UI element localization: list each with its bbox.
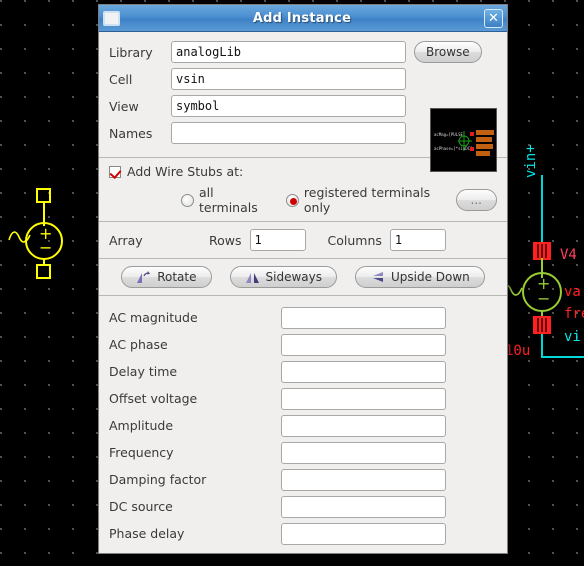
dialog-titlebar[interactable]: Add Instance ✕	[99, 5, 507, 32]
terminal-square-top	[36, 188, 51, 203]
param-row: AC phase	[109, 331, 497, 358]
param-row: DC source	[109, 493, 497, 520]
param-row: AC magnitude	[109, 304, 497, 331]
param-row: Damping factor	[109, 466, 497, 493]
amplitude-input[interactable]	[281, 414, 446, 437]
frequency-label: Frequency	[109, 445, 174, 460]
view-input[interactable]: symbol	[171, 95, 406, 117]
param-row: Frequency	[109, 439, 497, 466]
dialog-body: Library analogLib Browse Cell vsin View …	[99, 32, 507, 553]
damping-factor-input[interactable]	[281, 468, 446, 491]
names-label: Names	[109, 125, 153, 141]
symbol-preview-thumbnail: acMag=[PULSE] acPhase=[*sinDC]	[430, 108, 497, 172]
param-row: Phase delay	[109, 520, 497, 547]
add-wire-stubs-checkbox[interactable]	[109, 165, 121, 178]
browse-button[interactable]: Browse	[414, 41, 482, 63]
delay-time-input[interactable]	[281, 360, 446, 383]
cell-row: Cell vsin	[109, 68, 497, 90]
svg-text:acMag=[PULSE]: acMag=[PULSE]	[434, 132, 465, 137]
radio-all-terminals-label: all terminals	[199, 185, 258, 215]
label-vi: vi	[564, 329, 581, 345]
wire-vertical-bottom	[541, 334, 543, 358]
delay-time-label: Delay time	[109, 364, 178, 379]
phase-delay-label: Phase delay	[109, 526, 185, 541]
names-input[interactable]	[171, 122, 406, 144]
add-wire-stubs-label: Add Wire Stubs at:	[127, 164, 244, 179]
wire-horizontal-bottom	[541, 356, 584, 358]
sideways-icon	[245, 272, 259, 283]
array-label: Array	[109, 232, 143, 248]
phase-delay-input[interactable]	[281, 522, 446, 545]
frequency-input[interactable]	[281, 441, 446, 464]
columns-label: Columns	[327, 232, 382, 248]
damping-factor-label: Damping factor	[109, 472, 207, 487]
dialog-footer: Hide Cancel Defaults Help	[99, 547, 507, 553]
rows-label: Rows	[209, 232, 242, 248]
ac-phase-label: AC phase	[109, 337, 168, 352]
library-input[interactable]: analogLib	[171, 41, 406, 63]
close-icon[interactable]: ✕	[484, 8, 503, 28]
view-label: View	[109, 98, 139, 114]
rotate-button[interactable]: Rotate	[121, 266, 212, 288]
rotate-icon	[137, 270, 151, 283]
upside-down-label: Upside Down	[390, 270, 470, 284]
param-row: Amplitude	[109, 412, 497, 439]
library-row: Library analogLib Browse	[109, 41, 497, 63]
param-row: Offset voltage	[109, 385, 497, 412]
label-vin-plus: vin+	[523, 144, 539, 178]
minus-sign-right: −	[537, 289, 551, 308]
minus-sign: −	[39, 238, 53, 257]
ac-magnitude-input[interactable]	[281, 306, 446, 329]
offset-voltage-label: Offset voltage	[109, 391, 198, 406]
label-v4: V4	[560, 247, 577, 263]
transform-section: Rotate Sideways Upside Down	[99, 259, 507, 295]
dc-source-label: DC source	[109, 499, 173, 514]
add-instance-dialog: Add Instance ✕ Library analogLib Browse …	[98, 4, 508, 554]
sideways-button[interactable]: Sideways	[229, 266, 337, 288]
sine-wave-icon	[8, 231, 31, 243]
dc-source-input[interactable]	[281, 495, 446, 518]
label-10u: 10u	[505, 343, 531, 359]
cell-label: Cell	[109, 71, 133, 87]
window-icon	[103, 10, 120, 26]
identification-section: Library analogLib Browse Cell vsin View …	[99, 32, 507, 172]
upside-down-icon	[372, 271, 383, 282]
wire-stubs-options-row: all terminals registered terminals only …	[109, 185, 497, 215]
rows-input[interactable]: 1	[249, 229, 306, 251]
ac-magnitude-label: AC magnitude	[109, 310, 198, 325]
terminal-square-bottom	[36, 264, 51, 279]
param-row: Delay time	[109, 358, 497, 385]
svg-text:acPhase=[*sinDC]: acPhase=[*sinDC]	[434, 146, 473, 151]
terminal-bottom	[533, 316, 551, 334]
more-options-button[interactable]: ...	[455, 189, 497, 211]
label-fre: fre	[564, 306, 584, 322]
radio-registered-terminals-label: registered terminals only	[303, 185, 431, 215]
columns-input[interactable]: 1	[389, 229, 446, 251]
upside-down-button[interactable]: Upside Down	[354, 266, 485, 288]
ac-phase-input[interactable]	[281, 333, 446, 356]
library-label: Library	[109, 44, 153, 60]
sideways-label: Sideways	[265, 270, 322, 284]
offset-voltage-input[interactable]	[281, 387, 446, 410]
radio-registered-terminals[interactable]	[285, 193, 299, 207]
rotate-label: Rotate	[157, 270, 197, 284]
array-section: Array Rows 1 Columns 1	[99, 222, 507, 258]
radio-all-terminals[interactable]	[181, 193, 194, 207]
dialog-title: Add Instance	[252, 10, 352, 26]
parameters-section: AC magnitude AC phase Delay time Offset …	[99, 296, 507, 547]
label-va: va	[564, 284, 581, 300]
amplitude-label: Amplitude	[109, 418, 174, 433]
screen: + − vin+ + − V4 va fr vi 10u Add Instanc…	[0, 0, 584, 566]
cell-input[interactable]: vsin	[171, 68, 406, 90]
